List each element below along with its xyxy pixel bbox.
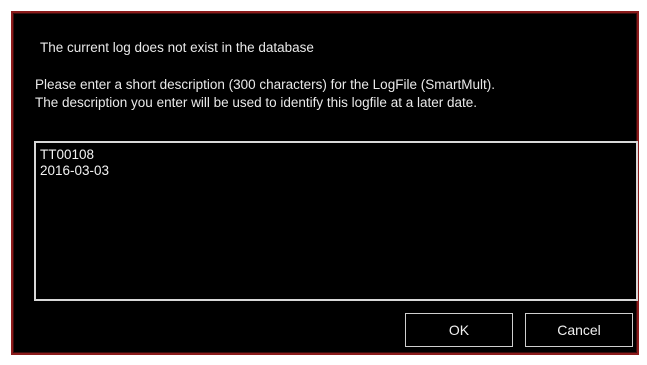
ok-button[interactable]: OK bbox=[405, 313, 513, 347]
cancel-button[interactable]: Cancel bbox=[525, 313, 633, 347]
log-description-dialog: The current log does not exist in the da… bbox=[11, 11, 639, 355]
description-line-2: 2016-03-03 bbox=[40, 163, 110, 178]
description-textarea[interactable]: TT00108 2016-03-03 bbox=[34, 141, 638, 301]
description-line-1: TT00108 bbox=[40, 147, 95, 162]
message-instruction-line-1: Please enter a short description (300 ch… bbox=[35, 77, 495, 92]
message-instruction-line-2: The description you enter will be used t… bbox=[35, 95, 477, 110]
message-title: The current log does not exist in the da… bbox=[40, 40, 314, 55]
